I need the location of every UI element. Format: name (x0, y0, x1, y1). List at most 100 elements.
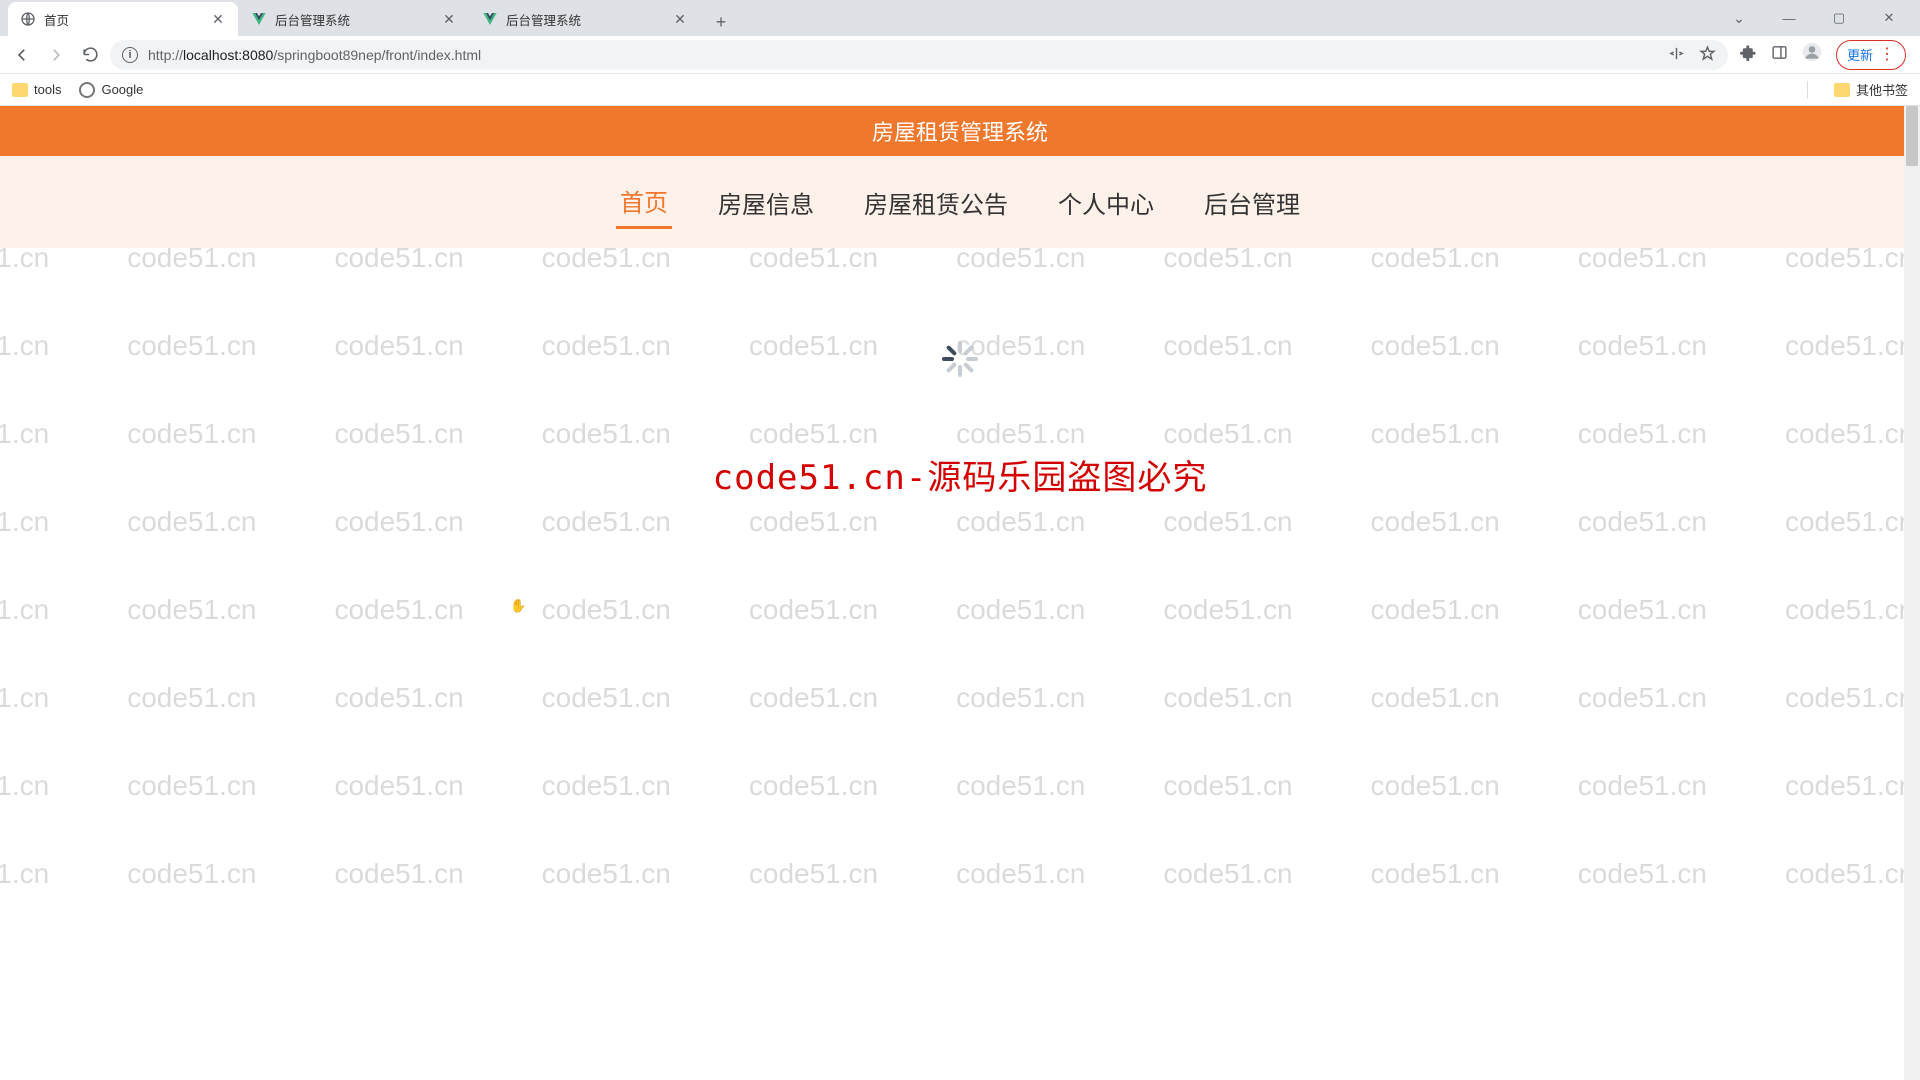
page-content: code51.cn-源码乐园盗图必究 ✋ (0, 248, 1920, 499)
watermark-text: code51.cn (749, 858, 878, 890)
maximize-icon[interactable]: ▢ (1824, 10, 1854, 26)
site-title: 房屋租赁管理系统 (872, 115, 1048, 147)
scrollbar-thumb[interactable] (1906, 106, 1918, 166)
watermark-text: code51.cn (1163, 506, 1292, 538)
extensions-icon[interactable] (1740, 44, 1757, 66)
watermark-text: code51.cn (542, 770, 671, 802)
watermark-text: code51.cn (127, 506, 256, 538)
close-icon[interactable]: ✕ (441, 11, 457, 27)
browser-toolbar: i http://localhost:8080/springboot89nep/… (0, 36, 1920, 74)
watermark-text: code51.cn (542, 858, 671, 890)
loading-spinner-icon (941, 340, 979, 378)
watermark-text: code51.cn (1163, 858, 1292, 890)
watermark-text: code51.cn (0, 770, 49, 802)
side-panel-icon[interactable] (1771, 44, 1788, 66)
nav-item-announce[interactable]: 房屋租赁公告 (860, 177, 1012, 228)
tab-title: 首页 (44, 10, 210, 29)
browser-tab-active[interactable]: 首页 ✕ (8, 2, 238, 36)
reload-button[interactable] (76, 41, 104, 69)
watermark-text: code51.cn (749, 506, 878, 538)
forward-button[interactable] (42, 41, 70, 69)
bookmark-item-google[interactable]: Google (79, 82, 143, 98)
site-header: 房屋租赁管理系统 (0, 106, 1920, 156)
browser-tab[interactable]: 后台管理系统 ✕ (470, 2, 700, 36)
watermark-text: code51.cn (1371, 594, 1500, 626)
update-label: 更新 (1847, 45, 1873, 64)
watermark-text: code51.cn (334, 858, 463, 890)
menu-dots-icon: ⋮ (1879, 47, 1895, 63)
watermark-text: code51.cn (1371, 770, 1500, 802)
close-icon[interactable]: ✕ (672, 11, 688, 27)
bookmarks-bar: tools Google 其他书签 (0, 74, 1920, 106)
cursor-icon: ✋ (510, 598, 526, 614)
watermark-text: code51.cn (0, 858, 49, 890)
watermark-text: code51.cn (1371, 506, 1500, 538)
watermark-text: code51.cn (1578, 506, 1707, 538)
new-tab-button[interactable]: + (707, 8, 735, 36)
watermark-text: code51.cn (1785, 770, 1914, 802)
watermark-text: code51.cn (127, 770, 256, 802)
watermark-text: code51.cn (542, 682, 671, 714)
bookmark-item-tools[interactable]: tools (12, 82, 61, 97)
watermark-text: code51.cn (334, 506, 463, 538)
tab-title: 后台管理系统 (506, 10, 672, 29)
watermark-overlay-text: code51.cn-源码乐园盗图必究 (713, 450, 1208, 499)
vue-icon (482, 11, 498, 27)
nav-item-house-info[interactable]: 房屋信息 (714, 177, 818, 228)
watermark-text: code51.cn (127, 682, 256, 714)
watermark-text: code51.cn (1785, 506, 1914, 538)
window-controls: ⌄ — ▢ ✕ (1708, 0, 1920, 36)
watermark-text: code51.cn (0, 682, 49, 714)
bookmark-label: Google (101, 82, 143, 97)
watermark-text: code51.cn (334, 770, 463, 802)
divider (1807, 81, 1808, 99)
vue-icon (251, 11, 267, 27)
share-icon[interactable] (1668, 45, 1685, 65)
watermark-text: code51.cn (956, 858, 1085, 890)
watermark-text: code51.cn (1578, 682, 1707, 714)
watermark-text: code51.cn (1578, 858, 1707, 890)
nav-item-admin[interactable]: 后台管理 (1200, 177, 1304, 228)
url-host: localhost:8080 (183, 47, 273, 63)
watermark-text: code51.cn (127, 594, 256, 626)
watermark-text: code51.cn (0, 594, 49, 626)
watermark-text: code51.cn (956, 770, 1085, 802)
watermark-text: code51.cn (749, 682, 878, 714)
tab-title: 后台管理系统 (275, 10, 441, 29)
watermark-text: code51.cn (1785, 594, 1914, 626)
vertical-scrollbar[interactable] (1904, 106, 1920, 1080)
watermark-text: code51.cn (1163, 682, 1292, 714)
tab-search-icon[interactable]: ⌄ (1724, 10, 1754, 27)
watermark-text: code51.cn (956, 682, 1085, 714)
bookmark-label: 其他书签 (1856, 80, 1908, 99)
url-path: /springboot89nep/front/index.html (273, 47, 481, 63)
minimize-icon[interactable]: — (1774, 11, 1804, 26)
close-icon[interactable]: ✕ (210, 11, 226, 27)
watermark-text: code51.cn (334, 682, 463, 714)
update-button[interactable]: 更新 ⋮ (1836, 40, 1906, 70)
nav-item-profile[interactable]: 个人中心 (1054, 177, 1158, 228)
watermark-text: code51.cn (749, 594, 878, 626)
folder-icon (12, 83, 28, 97)
bookmark-label: tools (34, 82, 61, 97)
watermark-text: code51.cn (1578, 594, 1707, 626)
watermark-text: code51.cn (542, 506, 671, 538)
nav-item-home[interactable]: 首页 (616, 175, 672, 229)
close-window-icon[interactable]: ✕ (1874, 10, 1904, 26)
bookmark-star-icon[interactable] (1699, 45, 1716, 65)
watermark-text: code51.cn (1163, 770, 1292, 802)
profile-icon[interactable] (1802, 42, 1822, 67)
browser-tab[interactable]: 后台管理系统 ✕ (239, 2, 469, 36)
site-info-icon[interactable]: i (122, 47, 138, 63)
watermark-text: code51.cn (1371, 858, 1500, 890)
watermark-text: code51.cn (0, 506, 49, 538)
watermark-text: code51.cn (1371, 682, 1500, 714)
google-icon (79, 82, 95, 98)
back-button[interactable] (8, 41, 36, 69)
watermark-text: code51.cn (1785, 858, 1914, 890)
folder-icon (1834, 83, 1850, 97)
address-bar[interactable]: i http://localhost:8080/springboot89nep/… (110, 40, 1728, 70)
watermark-text: code51.cn (1163, 594, 1292, 626)
watermark-text: code51.cn (956, 506, 1085, 538)
bookmark-other[interactable]: 其他书签 (1834, 80, 1908, 99)
